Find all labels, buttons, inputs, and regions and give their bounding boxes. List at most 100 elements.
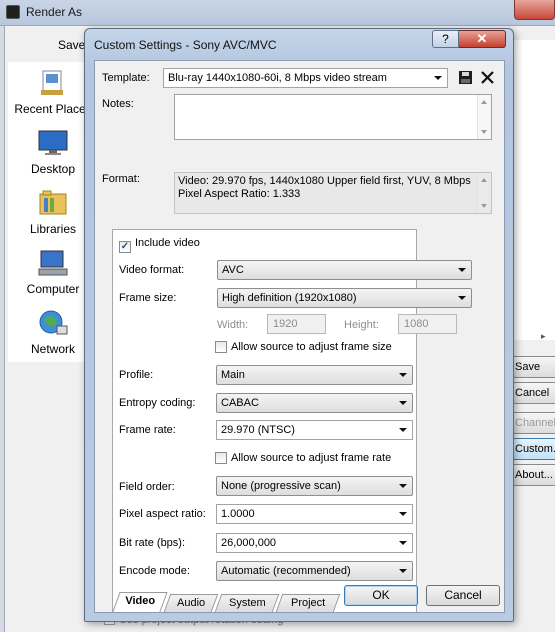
- video-settings-panel: ✓ Include video Video format: AVC Frame s…: [112, 229, 472, 612]
- frame-rate-value: 29.970 (NTSC): [221, 424, 295, 436]
- encode-mode-label: Encode mode:: [119, 565, 190, 577]
- chevron-down-icon: [458, 268, 466, 272]
- file-list-edge: [512, 40, 555, 340]
- channels-button[interactable]: Channels...: [512, 412, 555, 434]
- render-as-title: Render As: [26, 5, 83, 19]
- delete-template-icon[interactable]: [480, 70, 495, 85]
- encode-mode-select[interactable]: Automatic (recommended): [216, 561, 413, 581]
- tab-audio-label: Audio: [176, 597, 206, 609]
- profile-select[interactable]: Main: [216, 365, 413, 385]
- field-order-value: None (progressive scan): [221, 480, 341, 492]
- dialog-title: Custom Settings - Sony AVC/MVC: [94, 38, 277, 52]
- pixel-aspect-value: 1.0000: [221, 508, 255, 520]
- allow-frame-size-label: Allow source to adjust frame size: [231, 341, 392, 353]
- frame-size-select[interactable]: High definition (1920x1080): [217, 288, 472, 308]
- video-format-select[interactable]: AVC: [217, 260, 472, 280]
- template-value: Blu-ray 1440x1080-60i, 8 Mbps video stre…: [168, 72, 387, 84]
- chevron-down-icon: [458, 296, 466, 300]
- bit-rate-label: Bit rate (bps):: [119, 537, 186, 549]
- allow-frame-rate-label: Allow source to adjust frame rate: [231, 452, 392, 464]
- frame-rate-label: Frame rate:: [119, 424, 176, 436]
- notes-textarea[interactable]: [174, 94, 492, 140]
- network-icon: [39, 310, 68, 335]
- chevron-down-icon: [399, 512, 407, 516]
- tab-audio[interactable]: Audio: [163, 594, 219, 612]
- render-cancel-button[interactable]: Cancel: [512, 382, 555, 404]
- allow-frame-size-check-box[interactable]: [215, 341, 227, 353]
- format-scrollbar[interactable]: [477, 173, 491, 213]
- height-field[interactable]: 1080: [398, 314, 457, 334]
- include-video-check-box[interactable]: ✓: [119, 241, 131, 253]
- recent-places-icon: [41, 70, 63, 95]
- include-video-label: Include video: [135, 237, 200, 249]
- pixel-aspect-label: Pixel aspect ratio:: [119, 508, 206, 520]
- allow-frame-rate-check-box[interactable]: [215, 452, 227, 464]
- entropy-coding-select[interactable]: CABAC: [216, 393, 413, 413]
- render-as-titlebar: Render As: [0, 0, 555, 26]
- chevron-down-icon: [399, 428, 407, 432]
- save-in-label: Save: [58, 38, 86, 52]
- custom-settings-dialog: Custom Settings - Sony AVC/MVC ? ✕ Templ…: [84, 28, 514, 622]
- height-label: Height:: [344, 319, 379, 331]
- place-label: Computer: [26, 282, 80, 296]
- render-as-close-button[interactable]: [514, 0, 555, 20]
- scroll-up-icon[interactable]: [481, 100, 487, 104]
- scroll-down-icon[interactable]: [481, 204, 487, 208]
- width-label: Width:: [217, 319, 249, 331]
- profile-label: Profile:: [119, 369, 154, 381]
- field-order-select[interactable]: None (progressive scan): [216, 476, 413, 496]
- profile-value: Main: [221, 369, 245, 381]
- tab-system-label: System: [228, 597, 266, 609]
- include-video-checkbox[interactable]: ✓ Include video: [119, 237, 200, 253]
- chevron-down-icon: [399, 401, 407, 405]
- chevron-down-icon: [399, 373, 407, 377]
- libraries-icon: [39, 190, 67, 215]
- frame-size-value: High definition (1920x1080): [222, 292, 357, 304]
- tab-video-label: Video: [125, 595, 156, 607]
- template-select[interactable]: Blu-ray 1440x1080-60i, 8 Mbps video stre…: [163, 68, 448, 88]
- about-button[interactable]: About...: [512, 464, 555, 486]
- tab-project-label: Project: [290, 597, 326, 609]
- entropy-coding-value: CABAC: [221, 397, 259, 409]
- tab-system[interactable]: System: [214, 594, 280, 612]
- scroll-down-icon[interactable]: [481, 130, 487, 134]
- format-line-2: Pixel Aspect Ratio: 1.333: [178, 188, 301, 200]
- frame-size-label: Frame size:: [119, 292, 177, 304]
- scroll-up-icon[interactable]: [481, 178, 487, 182]
- tab-project[interactable]: Project: [275, 594, 341, 612]
- save-template-icon[interactable]: [458, 70, 473, 85]
- place-label: Network: [30, 342, 75, 356]
- scroll-right-icon[interactable]: ▸: [541, 331, 546, 342]
- places-bar: Recent Places Desktop Libraries Computer: [8, 62, 92, 362]
- allow-frame-size-checkbox[interactable]: Allow source to adjust frame size: [215, 341, 392, 353]
- ok-button[interactable]: OK: [344, 585, 418, 606]
- encode-mode-value: Automatic (recommended): [221, 565, 351, 577]
- pixel-aspect-combo[interactable]: 1.0000: [216, 504, 413, 524]
- notes-scrollbar[interactable]: [477, 95, 491, 139]
- chevron-down-icon: [399, 484, 407, 488]
- dialog-body: Template: Blu-ray 1440x1080-60i, 8 Mbps …: [94, 60, 505, 613]
- format-line-1: Video: 29.970 fps, 1440x1080 Upper field…: [178, 175, 471, 187]
- bit-rate-combo[interactable]: 26,000,000: [216, 533, 413, 553]
- tab-video[interactable]: Video: [112, 592, 168, 612]
- format-summary: Video: 29.970 fps, 1440x1080 Upper field…: [174, 172, 492, 214]
- bit-rate-value: 26,000,000: [221, 537, 277, 549]
- computer-icon: [38, 250, 68, 276]
- chevron-down-icon: [434, 76, 442, 80]
- custom-template-button[interactable]: Custom...: [512, 438, 555, 460]
- video-format-label: Video format:: [119, 264, 185, 276]
- allow-frame-rate-checkbox[interactable]: Allow source to adjust frame rate: [215, 452, 391, 464]
- frame-rate-combo[interactable]: 29.970 (NTSC): [216, 420, 413, 440]
- format-label: Format:: [102, 173, 140, 185]
- width-field[interactable]: 1920: [267, 314, 326, 334]
- help-button[interactable]: ?: [432, 30, 459, 48]
- notes-label: Notes:: [102, 98, 134, 110]
- render-save-button[interactable]: Save: [512, 356, 555, 378]
- desktop-icon: [38, 130, 68, 155]
- entropy-coding-label: Entropy coding:: [119, 397, 196, 409]
- place-label: Libraries: [29, 222, 77, 236]
- chevron-down-icon: [399, 541, 407, 545]
- render-as-app-icon: [6, 5, 20, 19]
- close-button[interactable]: ✕: [459, 30, 506, 48]
- cancel-button[interactable]: Cancel: [426, 585, 500, 606]
